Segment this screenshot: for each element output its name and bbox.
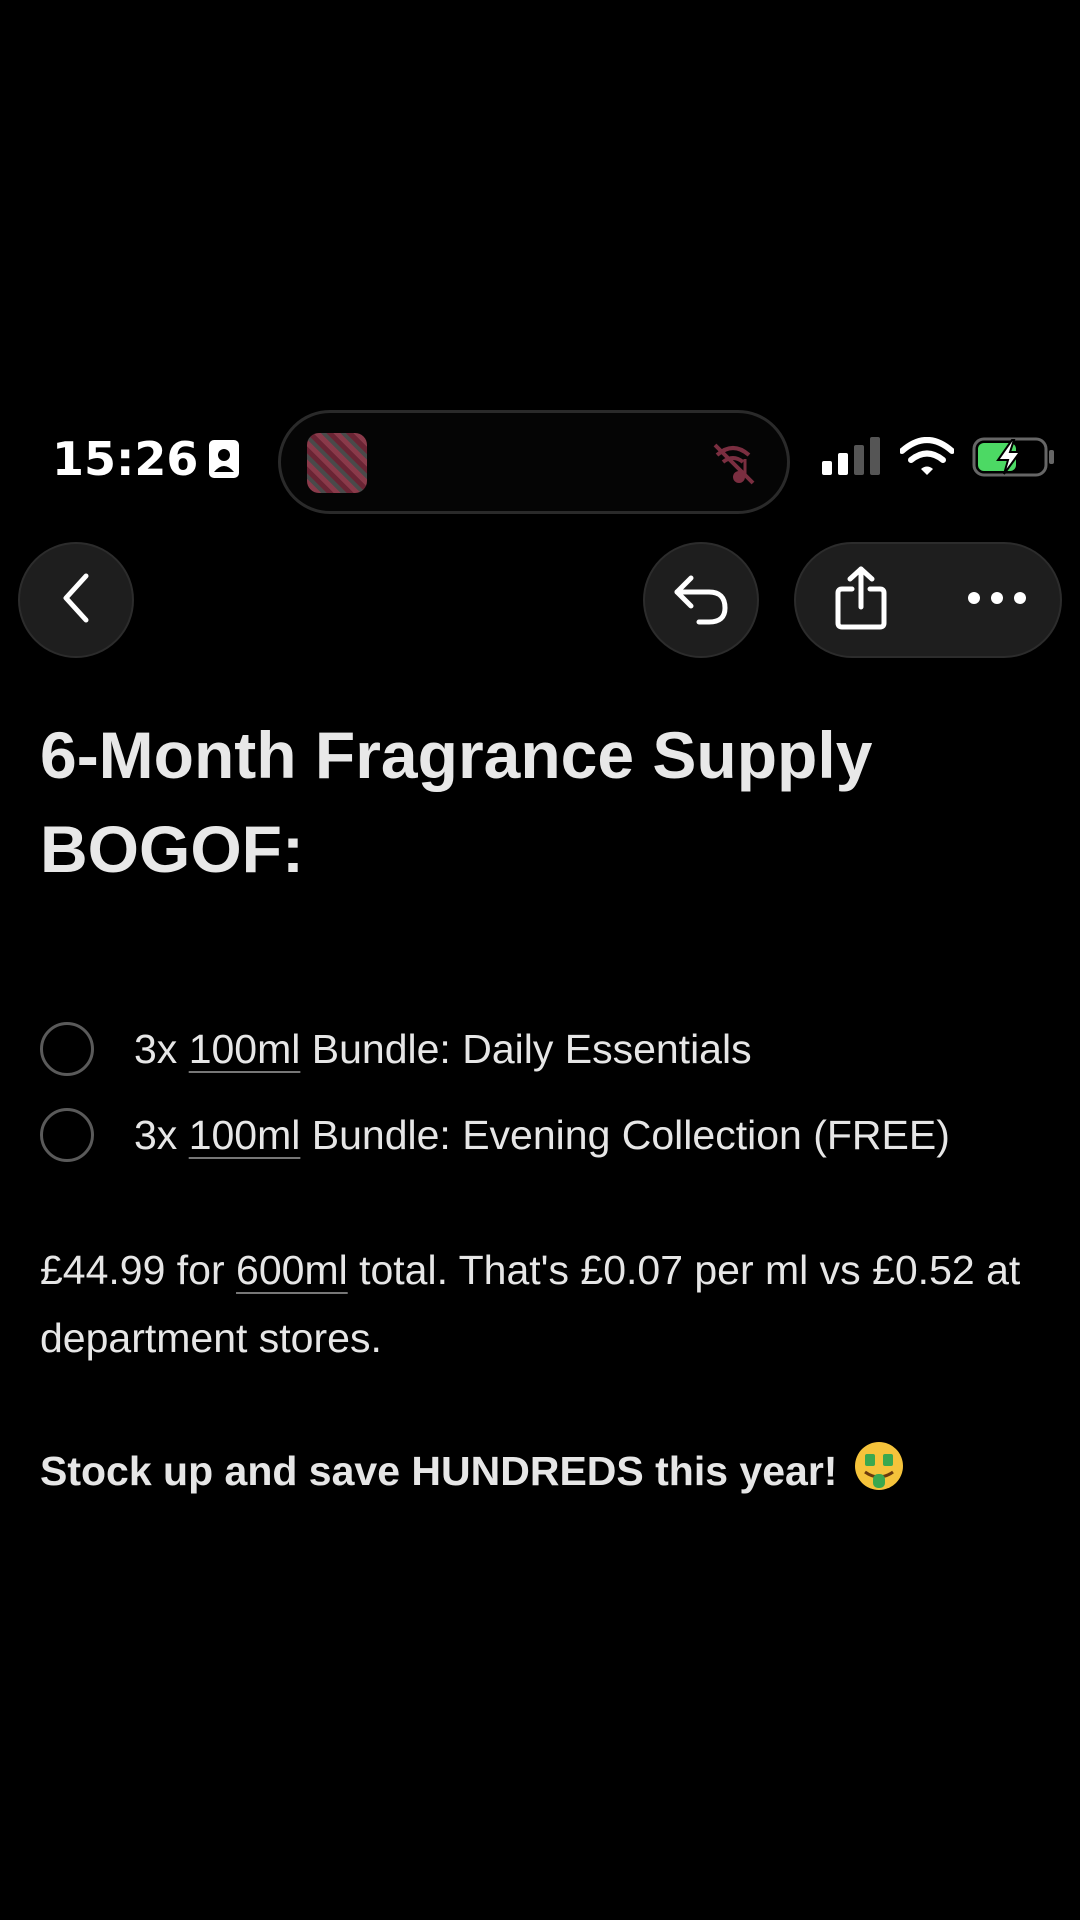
note-title[interactable]: 6-Month Fragrance Supply BOGOF:	[40, 708, 1040, 896]
muted-icon	[707, 437, 759, 494]
checklist-item-text[interactable]: 3x 100ml Bundle: Daily Essentials	[134, 1026, 752, 1073]
measurement-link[interactable]: 600ml	[236, 1247, 348, 1293]
price-text-start: £44.99 for	[40, 1247, 237, 1293]
measurement-link[interactable]: 100ml	[189, 1112, 301, 1158]
undo-arrow-icon	[669, 570, 733, 631]
back-button[interactable]	[18, 542, 134, 658]
checklist-item: 3x 100ml Bundle: Evening Collection (FRE…	[40, 1092, 1060, 1178]
price-paragraph[interactable]: £44.99 for 600ml total. That's £0.07 per…	[40, 1236, 1040, 1372]
checkbox-circle[interactable]	[40, 1108, 94, 1162]
now-playing-artwork	[307, 433, 367, 493]
item-suffix: Bundle: Evening Collection (FREE)	[300, 1111, 950, 1158]
clock: 15:26	[52, 432, 199, 486]
item-prefix: 3x	[134, 1111, 189, 1158]
screen: 15:26 6-Month Fragrance Supply BOGOF: 3x…	[0, 0, 1080, 1920]
share-icon	[834, 565, 888, 636]
item-prefix: 3x	[134, 1025, 189, 1072]
checkbox-circle[interactable]	[40, 1022, 94, 1076]
cellular-signal-icon	[820, 437, 882, 482]
share-more-group	[794, 542, 1062, 658]
money-mouth-face-icon	[853, 1440, 905, 1502]
cta-paragraph[interactable]: Stock up and save HUNDREDS this year!	[40, 1440, 1060, 1502]
item-suffix: Bundle: Daily Essentials	[300, 1025, 752, 1072]
share-button[interactable]	[826, 564, 896, 636]
checklist-item: 3x 100ml Bundle: Daily Essentials	[40, 1006, 1060, 1092]
more-options-button[interactable]	[962, 574, 1032, 626]
cta-text: Stock up and save HUNDREDS this year!	[40, 1447, 838, 1494]
checklist: 3x 100ml Bundle: Daily Essentials 3x 100…	[40, 1006, 1060, 1178]
contact-card-icon	[208, 439, 240, 479]
chevron-left-icon	[56, 570, 96, 631]
status-indicators	[820, 436, 1056, 483]
undo-button[interactable]	[643, 542, 759, 658]
battery-charging-icon	[972, 436, 1056, 483]
wifi-icon	[899, 437, 955, 482]
checklist-item-text[interactable]: 3x 100ml Bundle: Evening Collection (FRE…	[134, 1112, 950, 1159]
ellipsis-icon	[967, 591, 1027, 610]
measurement-link[interactable]: 100ml	[189, 1026, 301, 1072]
dynamic-island[interactable]	[278, 410, 790, 514]
status-time: 15:26	[52, 432, 240, 486]
